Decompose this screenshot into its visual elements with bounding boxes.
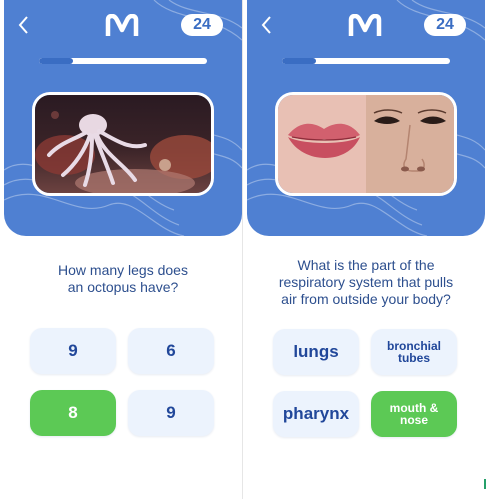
lips-and-nose-photo: [278, 95, 454, 193]
answer-option-mouth-nose-correct[interactable]: mouth & nose: [371, 391, 457, 437]
progress-fill: [39, 58, 73, 64]
header-panel: 24: [4, 0, 242, 236]
question-text: What is the part of the respiratory syst…: [257, 257, 475, 308]
progress-fill: [282, 58, 316, 64]
question-image-lips-nose: [275, 92, 457, 196]
question-count-badge: 24: [424, 14, 466, 36]
question-line: respiratory system that pulls: [278, 274, 454, 290]
answer-option-2[interactable]: 6: [128, 328, 214, 374]
quiz-screen-respiratory: 24 What is the part of the respiratory s…: [247, 0, 485, 499]
corner-mark: [484, 479, 486, 489]
answer-option-1[interactable]: 9: [30, 328, 116, 374]
question-image-octopus: [32, 92, 214, 196]
header-panel: 24: [247, 0, 485, 236]
m-logo-icon: [105, 14, 139, 36]
octopus-photo: [35, 95, 211, 193]
chevron-left-icon[interactable]: [16, 14, 32, 36]
question-text: How many legs does an octopus have?: [14, 262, 232, 296]
chevron-left-icon[interactable]: [259, 14, 275, 36]
question-line: What is the part of the: [297, 257, 435, 273]
question-line: an octopus have?: [67, 279, 179, 295]
m-logo-icon: [348, 14, 382, 36]
progress-bar: [39, 58, 207, 64]
answer-option-3-correct[interactable]: 8: [30, 390, 116, 436]
answer-option-pharynx[interactable]: pharynx: [273, 391, 359, 437]
answer-option-bronchial-tubes[interactable]: bronchial tubes: [371, 329, 457, 375]
question-count-badge: 24: [181, 14, 223, 36]
answer-option-4[interactable]: 9: [128, 390, 214, 436]
quiz-screen-octopus: 24 How many legs does an octopus have? 9…: [4, 0, 242, 499]
question-line: How many legs does: [58, 262, 188, 278]
progress-bar: [282, 58, 450, 64]
answer-option-lungs[interactable]: lungs: [273, 329, 359, 375]
question-line: air from outside your body?: [281, 291, 451, 307]
